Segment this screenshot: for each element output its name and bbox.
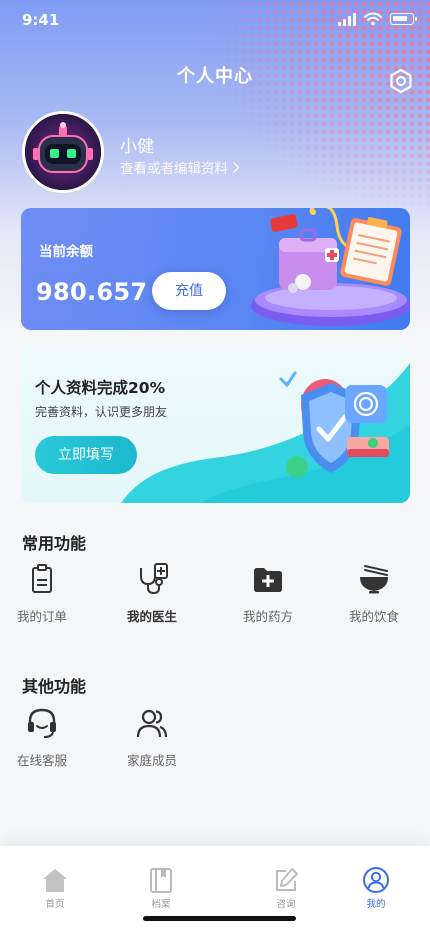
home-icon xyxy=(43,869,67,892)
battery-icon xyxy=(390,13,417,25)
family-members-item[interactable]: 家庭成员 xyxy=(112,706,192,769)
fill-profile-button[interactable]: 立即填写 xyxy=(35,436,137,474)
status-bar: 9:41 xyxy=(0,0,430,42)
tab-consult-label: 咨询 xyxy=(276,899,296,910)
balance-card: 当前余额 980.657 充值 xyxy=(21,208,410,330)
family-members-label: 家庭成员 xyxy=(126,753,177,768)
archive-book-icon xyxy=(150,868,172,893)
common-functions-title: 常用功能 xyxy=(22,534,87,553)
edit-profile-link[interactable]: 查看或者编辑资料 xyxy=(120,157,240,177)
page-title: 个人中心 xyxy=(177,66,253,87)
wifi-icon xyxy=(364,12,382,26)
status-time: 9:41 xyxy=(22,11,60,29)
edit-icon xyxy=(276,868,298,891)
tab-consult[interactable]: 咨询 xyxy=(256,866,316,910)
balance-value: 980.657 xyxy=(36,278,148,306)
balance-label: 当前余额 xyxy=(39,244,93,260)
my-orders-item[interactable]: 我的订单 xyxy=(2,562,82,625)
tab-home[interactable]: 首页 xyxy=(25,866,85,910)
chevron-right-icon xyxy=(233,161,240,173)
my-doctor-label: 我的医生 xyxy=(126,609,177,624)
family-icon xyxy=(136,709,168,738)
my-diet-item[interactable]: 我的饮食 xyxy=(334,562,414,625)
cellular-signal-icon xyxy=(338,12,356,26)
my-prescription-item[interactable]: 我的药方 xyxy=(228,562,308,625)
tab-mine-label: 我的 xyxy=(366,899,386,910)
tab-home-label: 首页 xyxy=(45,899,65,910)
clipboard-icon xyxy=(32,564,52,593)
avatar[interactable] xyxy=(22,111,104,193)
edit-profile-label: 查看或者编辑资料 xyxy=(120,161,228,177)
my-doctor-item[interactable]: 我的医生 xyxy=(112,562,192,625)
online-service-label: 在线客服 xyxy=(16,753,67,768)
tab-archive-label: 档案 xyxy=(151,899,171,910)
home-indicator xyxy=(143,916,296,921)
settings-gear-icon[interactable] xyxy=(388,68,414,94)
other-functions-title: 其他功能 xyxy=(22,677,87,696)
medical-kit-illustration xyxy=(251,208,410,326)
robot-avatar-icon xyxy=(25,114,101,190)
my-orders-label: 我的订单 xyxy=(16,609,67,624)
username: 小健 xyxy=(120,137,154,157)
online-service-item[interactable]: 在线客服 xyxy=(2,706,82,769)
my-diet-label: 我的饮食 xyxy=(348,609,399,624)
tab-mine[interactable]: 我的 xyxy=(346,866,406,910)
prescription-folder-icon xyxy=(254,568,282,592)
profile-complete-card: 个人资料完成20% 完善资料，认识更多朋友 立即填写 xyxy=(21,345,410,503)
profile-complete-subtitle: 完善资料，认识更多朋友 xyxy=(35,405,168,419)
user-icon xyxy=(363,867,389,893)
profile-complete-title: 个人资料完成20% xyxy=(35,379,166,397)
recharge-button[interactable]: 充值 xyxy=(152,272,226,310)
security-shield-illustration xyxy=(279,371,389,478)
noodle-bowl-icon xyxy=(360,565,388,594)
stethoscope-icon xyxy=(140,563,168,595)
my-prescription-label: 我的药方 xyxy=(242,609,293,624)
tab-archive[interactable]: 档案 xyxy=(131,866,191,910)
headset-icon xyxy=(28,708,56,738)
